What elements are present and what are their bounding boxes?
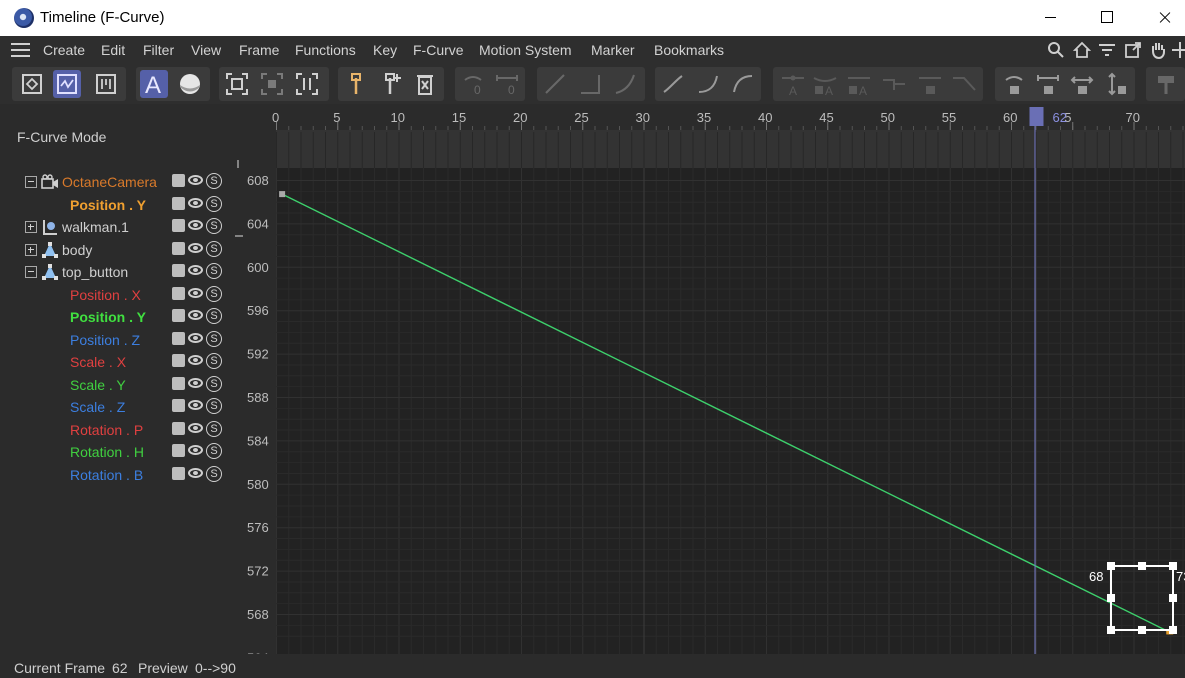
value-tick-label: 600 [247, 260, 269, 275]
selection-handle[interactable] [1107, 626, 1115, 634]
selection-left-frame-label: 68 [1089, 569, 1103, 584]
playhead-marker[interactable] [1029, 107, 1044, 126]
value-tick-label: 596 [247, 303, 269, 318]
frame-tick-label: 25 [574, 110, 588, 125]
selection-handle[interactable] [1169, 626, 1177, 634]
status-bar: Current Frame 62 Preview 0-->90 [0, 654, 1185, 678]
selection-handle[interactable] [1169, 594, 1177, 602]
frame-tick-label: 0 [272, 110, 279, 125]
selection-handle[interactable] [1107, 594, 1115, 602]
frame-tick-label: 10 [391, 110, 405, 125]
current-frame-label: 62 [1053, 110, 1067, 125]
frame-tick-label: 30 [636, 110, 650, 125]
selection-handle[interactable] [1138, 626, 1146, 634]
frame-tick-label: 70 [1126, 110, 1140, 125]
selection-handle[interactable] [1107, 562, 1115, 570]
value-tick-label: 580 [247, 477, 269, 492]
frame-tick-label: 5 [333, 110, 340, 125]
frame-tick-label: 60 [1003, 110, 1017, 125]
frame-tick-label: 20 [513, 110, 527, 125]
value-tick-label: 576 [247, 520, 269, 535]
frame-tick-label: 15 [452, 110, 466, 125]
value-tick-label: 588 [247, 390, 269, 405]
value-tick-label: 592 [247, 347, 269, 362]
frame-tick-label: 55 [942, 110, 956, 125]
value-tick-label: 608 [247, 173, 269, 188]
value-axis [234, 168, 276, 654]
value-tick-label: 572 [247, 564, 269, 579]
value-tick-label: 604 [247, 216, 269, 231]
fcurve-graph[interactable]: 0 5 10 15 20 25 30 35 40 45 50 55 60 5 70 608604600596… [0, 0, 1185, 654]
preview-range: 0-->90 [195, 660, 236, 676]
frame-tick-label: 50 [881, 110, 895, 125]
preview-label: Preview [138, 660, 188, 676]
frame-tick-label: 35 [697, 110, 711, 125]
selection-handle[interactable] [1138, 562, 1146, 570]
frame-tick-label: 40 [758, 110, 772, 125]
value-tick-label: 584 [247, 433, 269, 448]
value-tick-label: 568 [247, 607, 269, 622]
keyframe-start[interactable] [279, 191, 286, 198]
current-frame-label: Current Frame [14, 660, 106, 676]
graph-corner [234, 104, 276, 168]
frame-tick-label: 45 [819, 110, 833, 125]
selection-right-frame-label: 73 [1176, 569, 1185, 584]
current-frame-value: 62 [112, 660, 128, 676]
